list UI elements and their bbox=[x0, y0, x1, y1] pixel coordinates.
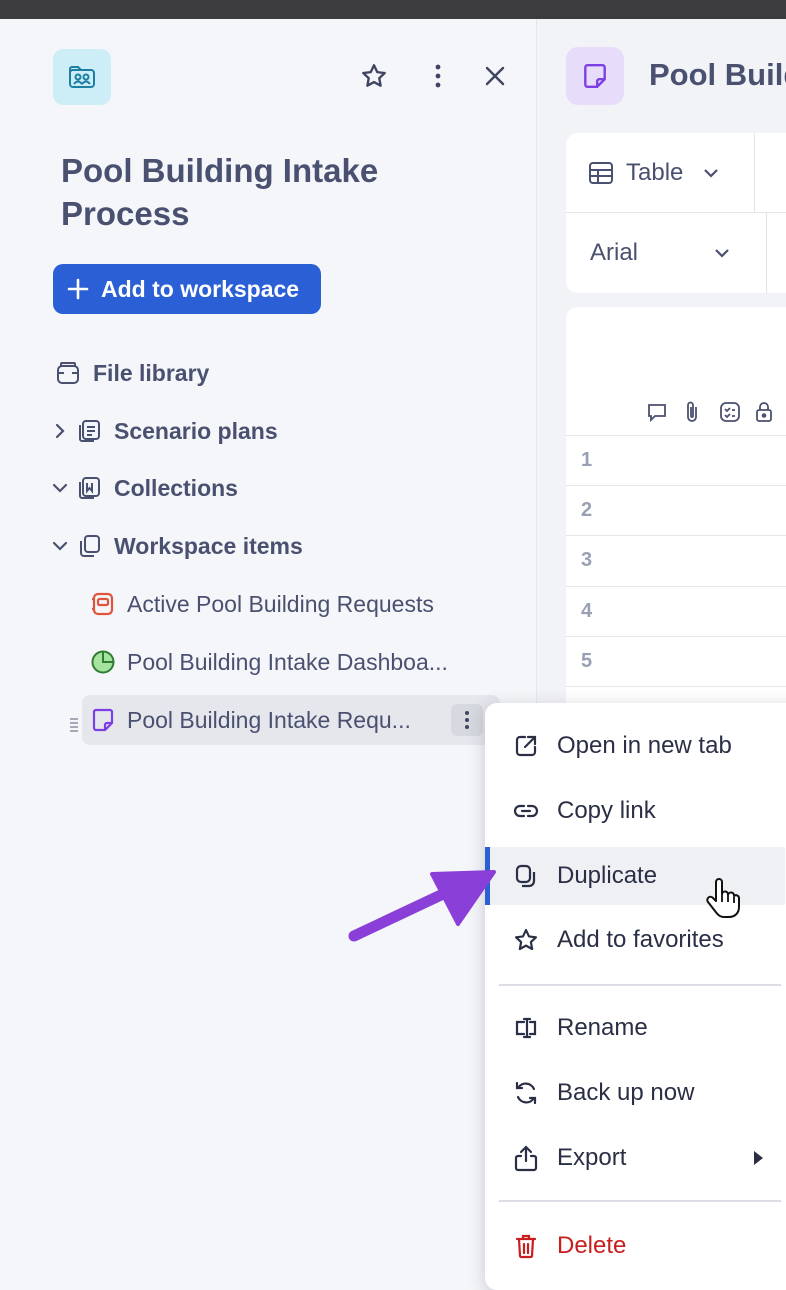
add-to-workspace-button[interactable]: Add to workspace bbox=[53, 264, 321, 314]
context-menu: Open in new tab Copy link Duplicate Add … bbox=[485, 703, 786, 1290]
menu-label: Export bbox=[557, 1144, 627, 1171]
row-number: 1 bbox=[581, 449, 593, 471]
tree-collections[interactable]: Collections bbox=[46, 463, 238, 513]
table-row[interactable]: 2 bbox=[566, 485, 786, 535]
workspace-items-icon bbox=[74, 531, 104, 561]
submenu-arrow-icon bbox=[754, 1151, 763, 1165]
table-row[interactable]: 5 bbox=[566, 636, 786, 686]
plus-icon bbox=[67, 278, 89, 300]
workspace-item-intake-requests[interactable]: Pool Building Intake Requ... bbox=[82, 695, 500, 745]
close-icon bbox=[485, 66, 505, 86]
table-row[interactable]: 4 bbox=[566, 586, 786, 636]
menu-delete[interactable]: Delete bbox=[485, 1217, 785, 1275]
link-icon bbox=[511, 802, 541, 820]
external-link-icon bbox=[511, 733, 541, 759]
duplicate-icon bbox=[511, 863, 541, 889]
tree-workspace-items[interactable]: Workspace items bbox=[46, 521, 303, 571]
annotation-arrow-icon bbox=[348, 870, 496, 942]
item-label: Pool Building Intake Dashboa... bbox=[127, 648, 448, 675]
item-more-button[interactable] bbox=[451, 704, 483, 736]
tree-label: File library bbox=[93, 359, 210, 386]
table-row[interactable]: 1 bbox=[566, 435, 786, 485]
row-number: 3 bbox=[581, 549, 593, 571]
menu-export[interactable]: Export bbox=[485, 1129, 785, 1187]
workspace-people-icon[interactable] bbox=[53, 49, 111, 105]
more-options-button[interactable] bbox=[418, 56, 458, 96]
menu-back-up-now[interactable]: Back up now bbox=[485, 1064, 785, 1122]
tree-scenario-plans[interactable]: Scenario plans bbox=[46, 406, 278, 456]
menu-open-in-new-tab[interactable]: Open in new tab bbox=[485, 717, 785, 775]
attachment-icon bbox=[687, 401, 697, 422]
table-icon bbox=[589, 162, 613, 184]
view-selector[interactable]: Table bbox=[588, 155, 719, 191]
collections-icon bbox=[74, 473, 104, 503]
form-icon bbox=[88, 589, 118, 619]
share-icon bbox=[511, 1144, 541, 1172]
item-label: Active Pool Building Requests bbox=[127, 590, 434, 617]
menu-label: Add to favorites bbox=[557, 926, 724, 953]
window-top-bar bbox=[0, 0, 786, 19]
chevron-down-icon[interactable] bbox=[46, 540, 74, 552]
sheet-icon bbox=[566, 47, 624, 105]
tree-label: Scenario plans bbox=[114, 417, 278, 444]
scenario-plans-icon bbox=[74, 416, 104, 446]
rename-icon bbox=[511, 1017, 541, 1039]
menu-label: Delete bbox=[557, 1232, 627, 1259]
workspace-item-dashboard[interactable]: Pool Building Intake Dashboa... bbox=[88, 637, 448, 687]
menu-copy-link[interactable]: Copy link bbox=[485, 782, 785, 840]
menu-add-to-favorites[interactable]: Add to favorites bbox=[485, 911, 785, 969]
tree-label: Workspace items bbox=[114, 532, 303, 559]
item-label: Pool Building Intake Requ... bbox=[127, 706, 411, 733]
menu-label: Open in new tab bbox=[557, 732, 732, 759]
page-title: Pool Building Intake Process bbox=[61, 152, 379, 232]
proofing-icon bbox=[720, 402, 740, 422]
comment-icon bbox=[648, 404, 666, 423]
view-label: Table bbox=[626, 159, 684, 186]
chevron-down-icon[interactable] bbox=[46, 482, 74, 494]
menu-divider bbox=[499, 1200, 781, 1202]
hand-cursor-icon bbox=[706, 878, 740, 918]
font-selector[interactable]: Arial bbox=[590, 235, 730, 271]
more-vertical-icon bbox=[435, 64, 441, 88]
more-vertical-icon bbox=[465, 711, 469, 729]
star-icon bbox=[511, 927, 541, 953]
row-number: 5 bbox=[581, 650, 593, 672]
chevron-right-icon[interactable] bbox=[46, 423, 74, 439]
menu-label: Copy link bbox=[557, 797, 656, 824]
toolbar: Table Arial bbox=[566, 133, 786, 293]
favorite-star-button[interactable] bbox=[354, 56, 394, 96]
chevron-down-icon bbox=[704, 169, 719, 178]
menu-label: Rename bbox=[557, 1014, 648, 1041]
file-library-icon bbox=[53, 358, 83, 388]
trash-icon bbox=[511, 1233, 541, 1259]
table-row[interactable]: 3 bbox=[566, 535, 786, 585]
row-number: 2 bbox=[581, 499, 593, 521]
menu-label: Back up now bbox=[557, 1079, 695, 1106]
divider bbox=[566, 212, 786, 213]
drag-handle-icon[interactable] bbox=[69, 716, 79, 734]
row-number: 4 bbox=[581, 600, 593, 622]
tree-file-library[interactable]: File library bbox=[53, 348, 209, 398]
menu-rename[interactable]: Rename bbox=[485, 999, 785, 1057]
document-title: Pool Build bbox=[649, 57, 786, 92]
tree-label: Collections bbox=[114, 474, 238, 501]
menu-label: Duplicate bbox=[557, 862, 658, 889]
add-to-workspace-label: Add to workspace bbox=[101, 275, 300, 302]
menu-duplicate[interactable]: Duplicate bbox=[485, 847, 785, 905]
workspace-sidebar: Pool Building Intake Process Add to work… bbox=[0, 19, 537, 1290]
star-icon bbox=[362, 64, 386, 87]
chevron-down-icon bbox=[715, 249, 729, 258]
sheet-icon bbox=[88, 705, 118, 735]
font-label: Arial bbox=[590, 239, 639, 266]
workspace-item-active-requests[interactable]: Active Pool Building Requests bbox=[88, 579, 434, 629]
dashboard-icon bbox=[88, 647, 118, 677]
close-panel-button[interactable] bbox=[475, 56, 515, 96]
lock-icon bbox=[756, 402, 772, 422]
divider bbox=[766, 213, 767, 293]
divider bbox=[754, 133, 755, 213]
refresh-icon bbox=[511, 1080, 541, 1106]
menu-divider bbox=[499, 984, 781, 986]
